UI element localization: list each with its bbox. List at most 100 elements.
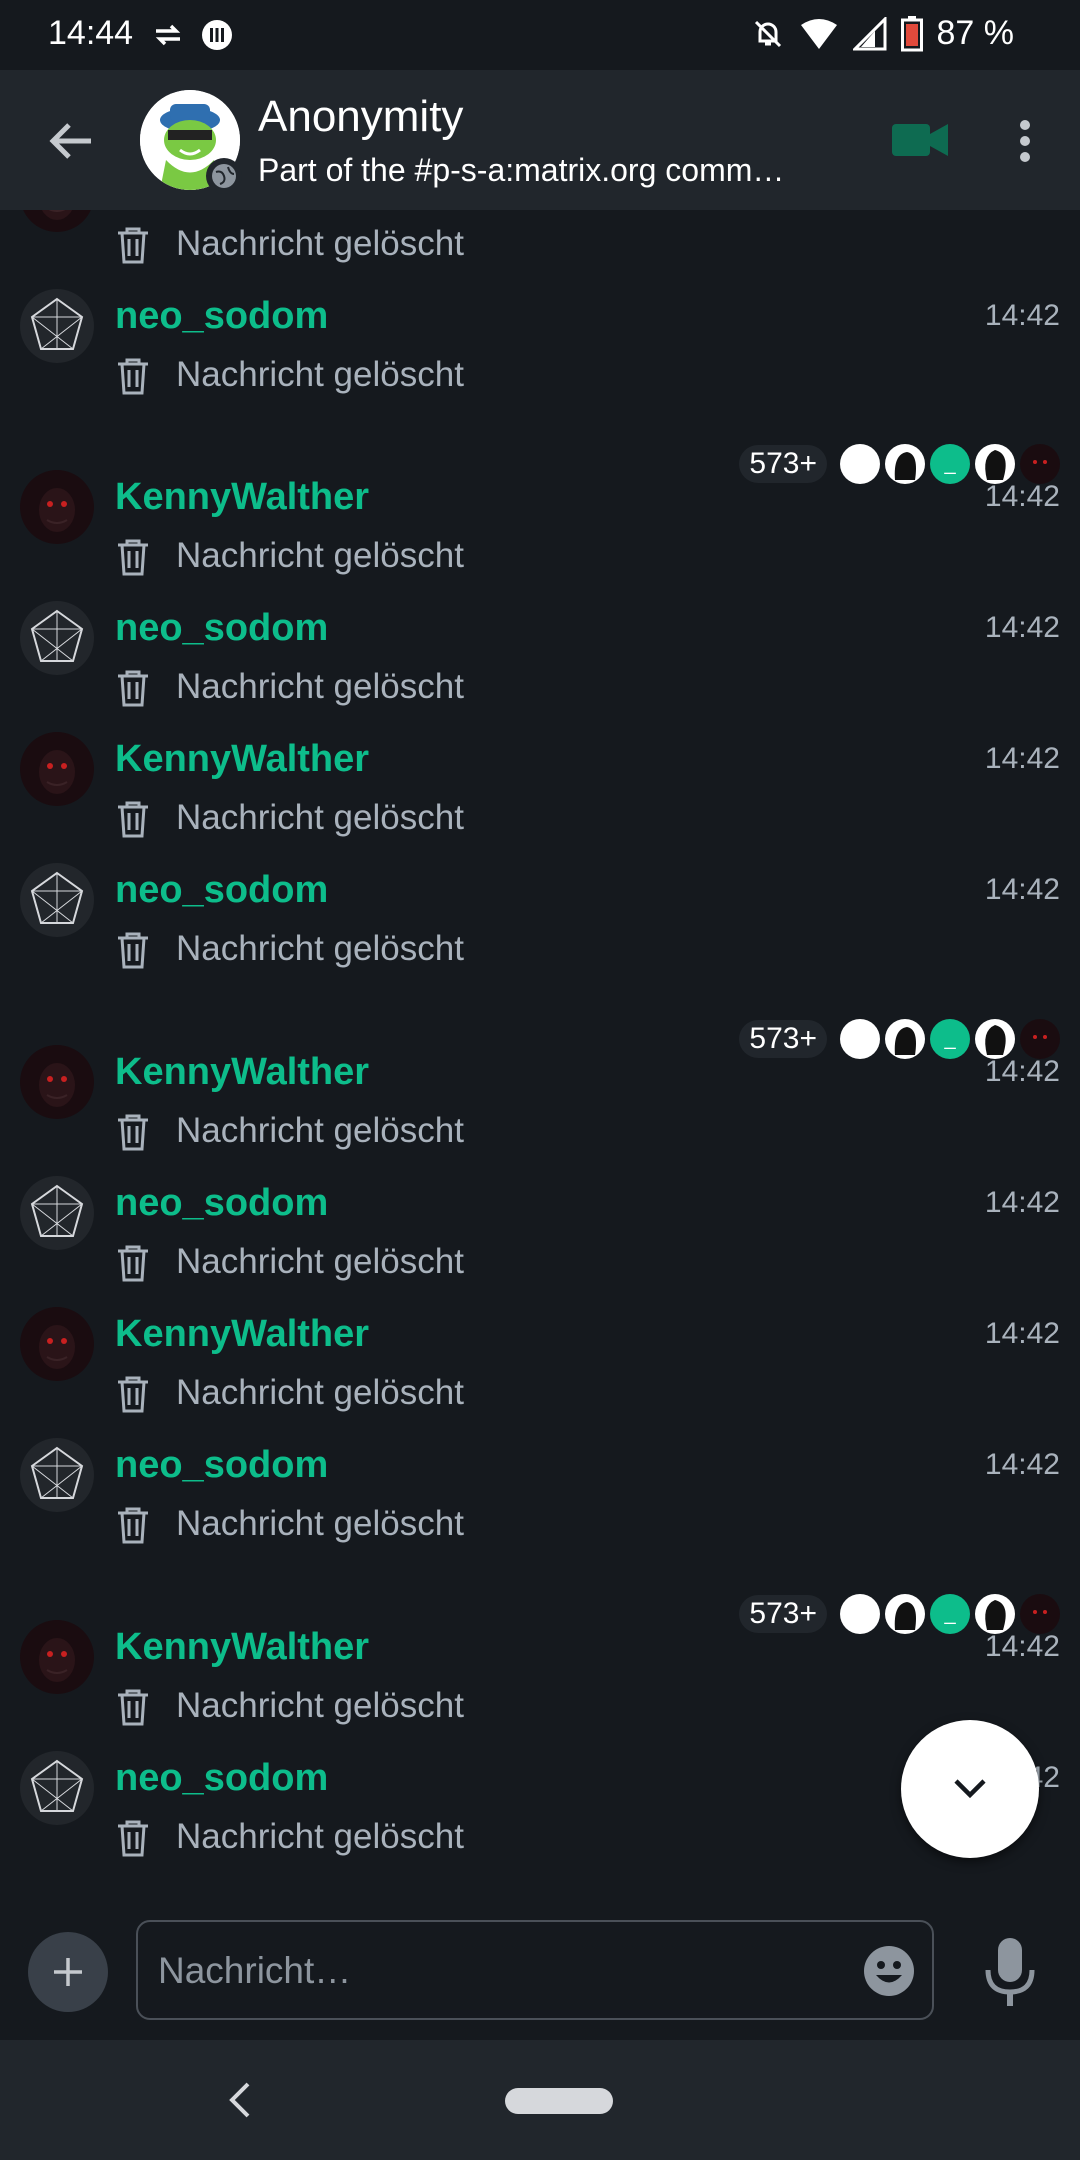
attachment-button[interactable] <box>28 1932 108 2012</box>
sender-avatar[interactable] <box>20 210 94 232</box>
sender-avatar[interactable] <box>20 863 94 937</box>
receipt-avatar: _ <box>930 1594 970 1634</box>
status-bar: 14:44 87 % <box>0 0 1080 70</box>
room-name[interactable]: Anonymity <box>258 92 463 142</box>
sender-name[interactable]: KennyWalther <box>115 1051 369 1094</box>
message-timeline[interactable]: KennyWalther 14:42 Nachricht gelöscht neo_s… <box>0 210 1080 1910</box>
trash-icon <box>118 1689 148 1726</box>
chevron-down-icon <box>954 1779 986 1799</box>
message-item[interactable]: neo_sodom 14:42 Nachricht gelöscht <box>0 1424 1080 1555</box>
deleted-message-text: Nachricht gelöscht <box>176 798 464 837</box>
read-receipts[interactable]: 573+ _ <box>739 1594 1060 1634</box>
message-input[interactable]: Nachricht… <box>136 1920 934 2020</box>
receipt-avatar <box>885 1594 925 1634</box>
message-item[interactable]: neo_sodom 14:42 Nachricht gelöscht <box>0 587 1080 718</box>
deleted-message-text: Nachricht gelöscht <box>176 1373 464 1412</box>
public-room-badge <box>206 158 242 194</box>
sender-avatar[interactable] <box>20 1620 94 1694</box>
deleted-message-text: Nachricht gelöscht <box>176 224 464 263</box>
receipt-avatar <box>840 444 880 484</box>
deleted-message-text: Nachricht gelöscht <box>176 929 464 968</box>
room-topic[interactable]: Part of the #p-s-a:matrix.org comm… <box>258 152 838 189</box>
sender-name[interactable]: KennyWalther <box>115 476 369 519</box>
trash-icon <box>118 1507 148 1544</box>
read-receipts[interactable]: 573+ _ <box>739 444 1060 484</box>
deleted-message-text: Nachricht gelöscht <box>176 1817 464 1856</box>
deleted-message-text: Nachricht gelöscht <box>176 667 464 706</box>
sender-name[interactable]: KennyWalther <box>115 1313 369 1356</box>
receipt-avatar <box>1020 1594 1060 1634</box>
message-timestamp: 14:42 <box>984 873 1060 906</box>
system-nav-bar <box>0 2040 1080 2160</box>
composer: Nachricht… <box>0 1910 1080 2040</box>
deleted-message-text: Nachricht gelöscht <box>176 1686 464 1725</box>
receipt-avatar <box>1020 444 1060 484</box>
message-timestamp: 14:42 <box>984 1630 1060 1663</box>
nav-home-pill[interactable] <box>505 2088 613 2114</box>
sender-name[interactable]: neo_sodom <box>115 1444 328 1487</box>
receipt-avatar <box>975 444 1015 484</box>
sender-avatar[interactable] <box>20 1751 94 1825</box>
emoji-icon[interactable] <box>862 1944 916 1998</box>
globe-icon <box>212 164 236 188</box>
message-item[interactable]: neo_sodom 14:42 Nachricht gelöscht <box>0 849 1080 980</box>
sender-name[interactable]: neo_sodom <box>115 869 328 912</box>
receipt-avatar <box>840 1594 880 1634</box>
trash-icon <box>118 801 148 838</box>
sender-name[interactable]: neo_sodom <box>115 1182 328 1225</box>
data-transfer-icon <box>155 24 181 46</box>
sender-name[interactable]: neo_sodom <box>115 607 328 650</box>
receipt-avatar: _ <box>930 444 970 484</box>
sender-avatar[interactable] <box>20 1045 94 1119</box>
receipt-avatar: _ <box>930 1019 970 1059</box>
sender-avatar[interactable] <box>20 732 94 806</box>
room-header: Anonymity Part of the #p-s-a:matrix.org … <box>0 70 1080 210</box>
sender-avatar[interactable] <box>20 470 94 544</box>
sender-name[interactable]: neo_sodom <box>115 295 328 338</box>
message-item[interactable]: neo_sodom 14:42 Nachricht gelöscht <box>0 275 1080 406</box>
message-timestamp: 14:42 <box>984 742 1060 775</box>
sender-avatar[interactable] <box>20 289 94 363</box>
message-timestamp: 14:42 <box>984 1055 1060 1088</box>
sender-name[interactable]: KennyWalther <box>115 738 369 781</box>
receipt-avatar <box>975 1594 1015 1634</box>
jump-to-bottom-button[interactable] <box>901 1720 1039 1858</box>
sender-name[interactable]: neo_sodom <box>115 1757 328 1800</box>
overflow-menu-button[interactable] <box>1000 106 1050 176</box>
message-item[interactable]: KennyWalther 14:42 Nachricht gelöscht <box>0 1293 1080 1424</box>
arrow-back-icon <box>49 123 91 159</box>
sender-name[interactable]: KennyWalther <box>115 1626 369 1669</box>
sender-avatar[interactable] <box>20 1438 94 1512</box>
receipt-avatar <box>840 1019 880 1059</box>
trash-icon <box>118 1245 148 1282</box>
sender-avatar[interactable] <box>20 601 94 675</box>
message-timestamp: 14:42 <box>984 480 1060 513</box>
read-receipts[interactable]: 573+ _ <box>739 1019 1060 1059</box>
message-item[interactable]: KennyWalther14:42Nachricht gelöscht <box>0 210 1080 275</box>
video-call-button[interactable] <box>880 112 960 168</box>
trash-icon <box>118 358 148 395</box>
battery-icon <box>900 15 923 51</box>
trash-icon <box>118 1820 148 1857</box>
read-receipt-count: 573+ <box>739 1595 827 1633</box>
message-timestamp: 14:42 <box>984 1448 1060 1481</box>
receipt-avatar <box>975 1019 1015 1059</box>
message-timestamp: 14:42 <box>984 1317 1060 1350</box>
nav-back-icon[interactable] <box>220 2078 260 2122</box>
app-notification-icon <box>202 20 232 50</box>
message-item[interactable]: KennyWalther 14:42 Nachricht gelöscht <box>0 718 1080 849</box>
message-item[interactable]: neo_sodom 14:42 Nachricht gelöscht <box>0 1162 1080 1293</box>
dnd-bell-off-icon <box>754 20 781 47</box>
back-button[interactable] <box>30 106 110 176</box>
sender-avatar[interactable] <box>20 1176 94 1250</box>
battery-percent: 87 % <box>936 14 1015 52</box>
sender-avatar[interactable] <box>20 1307 94 1381</box>
voice-message-button[interactable] <box>972 1934 1048 2010</box>
microphone-icon <box>985 1938 1035 2006</box>
receipt-avatar <box>1020 1019 1060 1059</box>
trash-icon <box>118 539 148 576</box>
deleted-message-text: Nachricht gelöscht <box>176 536 464 575</box>
message-timestamp: 14:42 <box>984 611 1060 644</box>
trash-icon <box>118 1114 148 1151</box>
receipt-avatar <box>885 1019 925 1059</box>
